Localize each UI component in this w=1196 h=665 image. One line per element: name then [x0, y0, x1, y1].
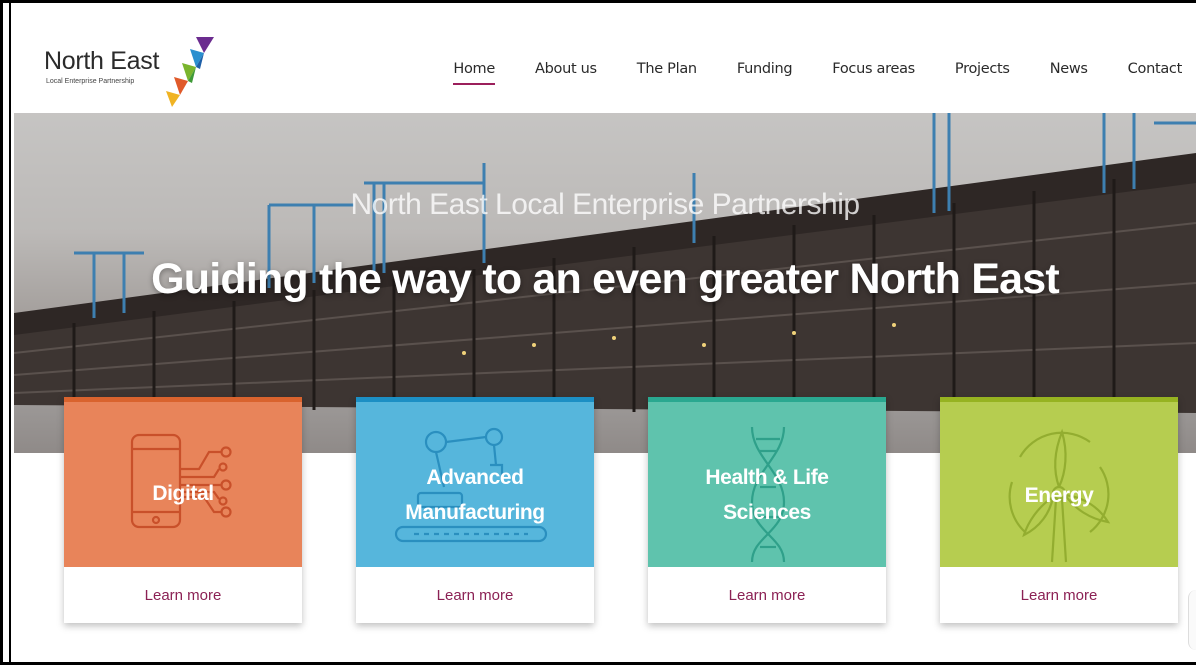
card-digital-panel: Digital [64, 397, 302, 567]
nav-funding[interactable]: Funding [737, 61, 793, 77]
nav-focus-areas[interactable]: Focus areas [832, 61, 915, 77]
card-health-panel: Health & Life Sciences [648, 397, 886, 567]
logo-tagline: Local Enterprise Partnership [46, 78, 135, 85]
card-manufacturing-title-line2: Manufacturing [405, 501, 545, 524]
card-energy-panel: Energy [940, 397, 1178, 567]
hero-title: Guiding the way to an even greater North… [151, 255, 1060, 303]
focus-card-digital[interactable]: Digital Learn more [64, 397, 302, 623]
logo[interactable]: North East Local Enterprise Partnership [44, 35, 224, 110]
card-manufacturing-title-line1: Advanced [426, 466, 524, 489]
card-digital-title: Digital [152, 482, 214, 505]
nav-about-us[interactable]: About us [535, 61, 597, 77]
logo-mark-icon [166, 37, 214, 107]
nav-home[interactable]: Home [453, 61, 495, 85]
hero-subtitle: North East Local Enterprise Partnership [350, 188, 860, 221]
site-header: North East Local Enterprise Partnership … [14, 3, 1196, 113]
nav-projects[interactable]: Projects [955, 61, 1010, 77]
nav-news[interactable]: News [1050, 61, 1088, 77]
nav-contact[interactable]: Contact [1128, 61, 1183, 77]
card-energy-title: Energy [1024, 484, 1094, 507]
card-energy-learn-more[interactable]: Learn more [940, 587, 1178, 604]
card-health-title-line1: Health & Life [705, 466, 829, 489]
focus-card-advanced-manufacturing[interactable]: Advanced Manufacturing Learn more [356, 397, 594, 623]
focus-card-energy[interactable]: Energy Learn more [940, 397, 1178, 623]
card-health-learn-more[interactable]: Learn more [648, 587, 886, 604]
card-health-title-line2: Sciences [723, 501, 811, 524]
focus-card-health-life-sciences[interactable]: Health & Life Sciences Learn more [648, 397, 886, 623]
card-manufacturing-panel: Advanced Manufacturing [356, 397, 594, 567]
main-nav: Home About us The Plan Funding Focus are… [413, 61, 1183, 85]
scroll-handle[interactable] [1188, 590, 1196, 650]
card-digital-learn-more[interactable]: Learn more [64, 587, 302, 604]
card-manufacturing-learn-more[interactable]: Learn more [356, 587, 594, 604]
nav-the-plan[interactable]: The Plan [637, 61, 697, 77]
logo-name: North East [44, 47, 160, 75]
